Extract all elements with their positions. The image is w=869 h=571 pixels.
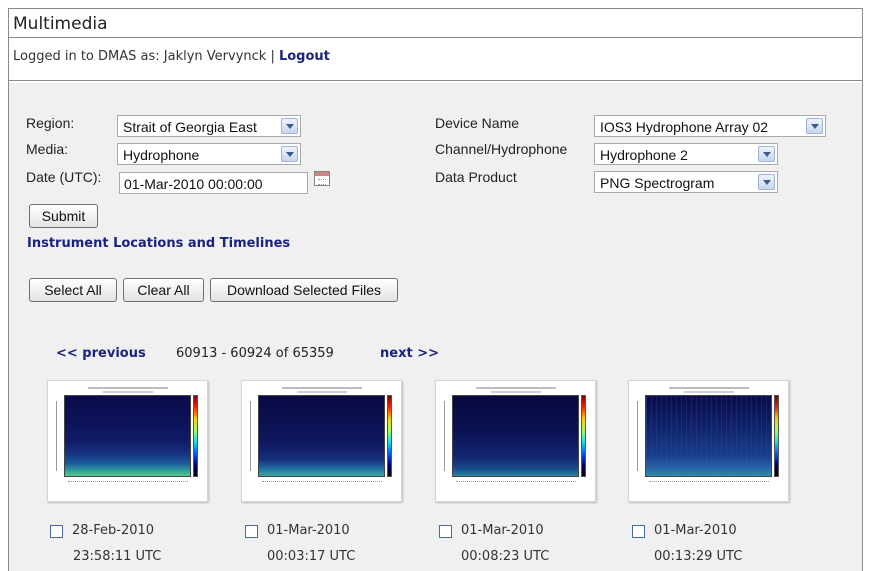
file-time: 23:58:11 UTC <box>73 549 162 564</box>
file-date: 01-Mar-2010 <box>461 523 544 538</box>
spectrogram-thumbnail[interactable] <box>628 380 789 502</box>
select-file-checkbox[interactable] <box>50 525 63 538</box>
instrument-locations-link[interactable]: Instrument Locations and Timelines <box>27 236 290 251</box>
media-value: Hydrophone <box>123 147 200 163</box>
login-status: Logged in to DMAS as: Jaklyn Vervynck | <box>13 49 279 64</box>
result-range: 60913 - 60924 of 65359 <box>176 346 334 361</box>
channel-select[interactable]: Hydrophone 2 <box>594 143 778 165</box>
device-name-value: IOS3 Hydrophone Array 02 <box>600 119 769 135</box>
data-product-select[interactable]: PNG Spectrogram <box>594 171 778 193</box>
media-label: Media: <box>26 141 69 157</box>
select-file-checkbox[interactable] <box>245 525 258 538</box>
device-name-label: Device Name <box>435 115 520 131</box>
submit-button[interactable]: Submit <box>29 204 98 228</box>
select-file-checkbox[interactable] <box>632 525 645 538</box>
file-date: 01-Mar-2010 <box>267 523 350 538</box>
multimedia-panel: Multimedia Logged in to DMAS as: Jaklyn … <box>8 8 863 571</box>
download-selected-button[interactable]: Download Selected Files <box>210 278 398 302</box>
file-date: 01-Mar-2010 <box>654 523 737 538</box>
device-name-select[interactable]: IOS3 Hydrophone Array 02 <box>594 115 826 137</box>
file-time: 00:13:29 UTC <box>654 549 743 564</box>
date-input[interactable]: 01-Mar-2010 00:00:00 <box>119 172 308 194</box>
spectrogram-thumbnail[interactable] <box>47 380 208 502</box>
data-product-value: PNG Spectrogram <box>600 175 715 191</box>
spectrogram-thumbnail[interactable] <box>241 380 402 502</box>
select-all-button[interactable]: Select All <box>29 278 117 302</box>
login-bar: Logged in to DMAS as: Jaklyn Vervynck | … <box>9 38 862 81</box>
channel-label: Channel/Hydrophone <box>435 141 568 157</box>
file-time: 00:03:17 UTC <box>267 549 356 564</box>
date-label: Date (UTC): <box>26 169 102 185</box>
chevron-down-icon <box>281 146 298 162</box>
clear-all-button[interactable]: Clear All <box>123 278 204 302</box>
data-product-label: Data Product <box>435 169 517 185</box>
panel-title: Multimedia <box>9 9 862 38</box>
channel-value: Hydrophone 2 <box>600 147 688 163</box>
chevron-down-icon <box>281 118 298 134</box>
search-form: Region: Strait of Georgia East Media: Hy… <box>9 83 862 571</box>
chevron-down-icon <box>806 118 823 134</box>
file-time: 00:08:23 UTC <box>461 549 550 564</box>
chevron-down-icon <box>758 146 775 162</box>
previous-link[interactable]: << previous <box>56 346 146 361</box>
next-link[interactable]: next >> <box>380 346 439 361</box>
region-value: Strait of Georgia East <box>123 119 257 135</box>
spectrogram-image <box>64 395 191 477</box>
spectrogram-image <box>452 395 579 477</box>
spectrogram-image <box>645 395 772 477</box>
region-select[interactable]: Strait of Georgia East <box>117 115 301 137</box>
spectrogram-image <box>258 395 385 477</box>
region-label: Region: <box>26 115 75 131</box>
select-file-checkbox[interactable] <box>439 525 452 538</box>
calendar-icon[interactable] <box>314 171 330 186</box>
chevron-down-icon <box>758 174 775 190</box>
spectrogram-thumbnail[interactable] <box>435 380 596 502</box>
file-date: 28-Feb-2010 <box>72 523 155 538</box>
logout-link[interactable]: Logout <box>279 49 330 64</box>
media-select[interactable]: Hydrophone <box>117 143 301 165</box>
